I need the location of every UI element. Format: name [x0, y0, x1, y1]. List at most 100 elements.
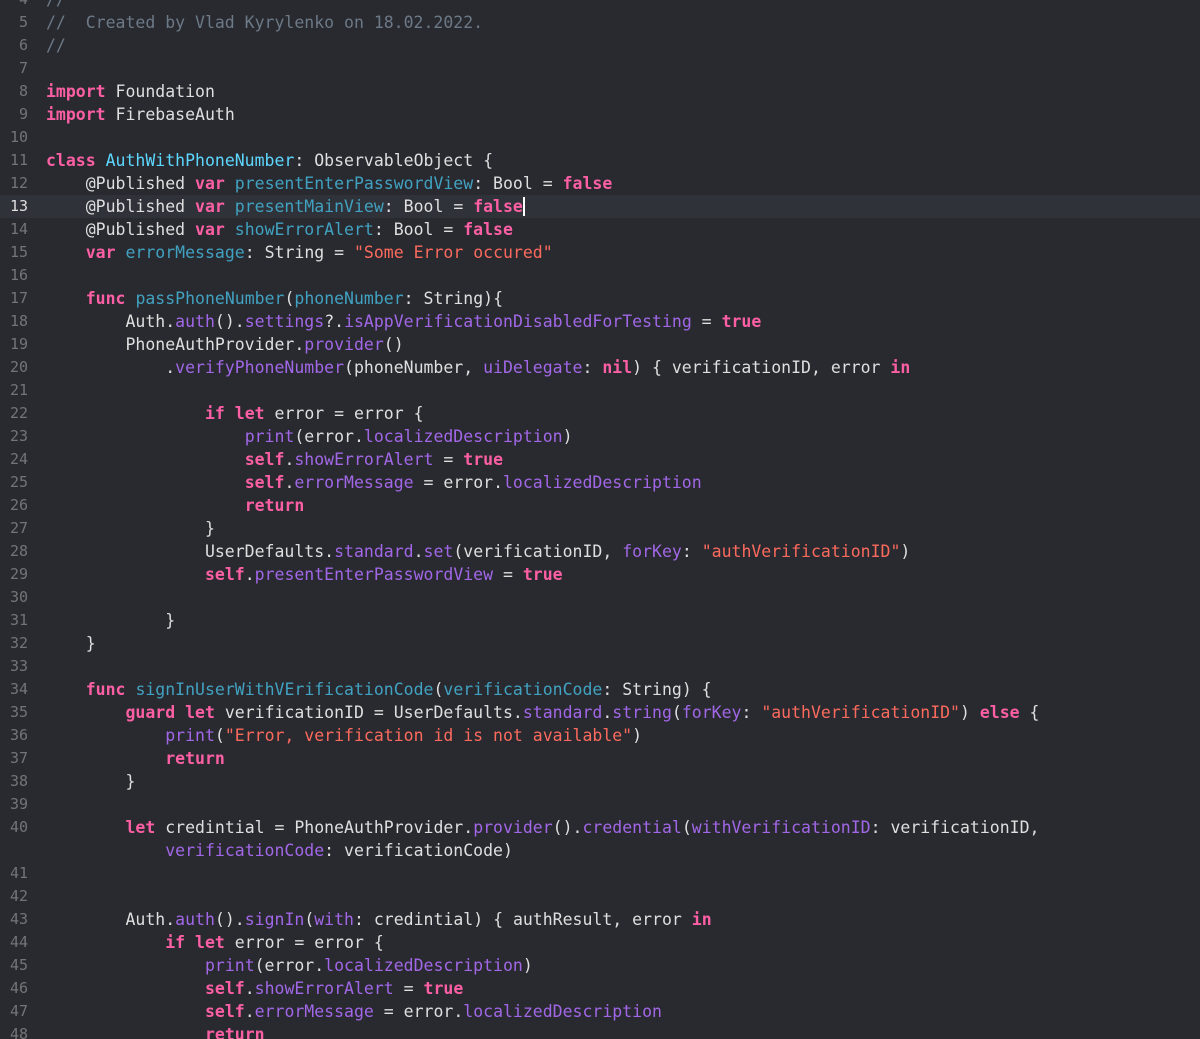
line-number: 48: [9, 1025, 28, 1039]
code-line[interactable]: 42: [0, 885, 1200, 908]
line-code: import FirebaseAuth: [46, 103, 1200, 126]
code-line[interactable]: 36 print("Error, verification id is not …: [0, 724, 1200, 747]
code-line[interactable]: 11 class AuthWithPhoneNumber: ObservableO…: [0, 149, 1200, 172]
code-token: verificationID = UserDefaults.: [214, 703, 523, 722]
code-line[interactable]: 8 import Foundation: [0, 80, 1200, 103]
code-line[interactable]: 9 import FirebaseAuth: [0, 103, 1200, 126]
code-line[interactable]: 35 guard let verificationID = UserDefaul…: [0, 701, 1200, 724]
line-code: }: [46, 770, 1200, 793]
code-line[interactable]: 25 self.errorMessage = error.localizedDe…: [0, 471, 1200, 494]
code-token: }: [46, 634, 96, 653]
line-segment: var errorMessage: String = "Some Error o…: [46, 241, 1200, 264]
code-token: var: [85, 243, 116, 262]
code-token: auth: [175, 312, 215, 331]
line-code: PhoneAuthProvider.provider(): [46, 333, 1200, 356]
line-segment: self.errorMessage = error.localizedDescr…: [46, 471, 1200, 494]
line-code: if let error = error {: [46, 931, 1200, 954]
code-token: ): [562, 427, 573, 446]
code-line[interactable]: 37 return: [0, 747, 1200, 770]
code-line[interactable]: 47 self.errorMessage = error.localizedDe…: [0, 1000, 1200, 1023]
code-line[interactable]: 20 .verifyPhoneNumber(phoneNumber, uiDel…: [0, 356, 1200, 379]
code-token: import: [46, 82, 106, 101]
line-number: 30: [9, 588, 28, 606]
line-code: }: [46, 517, 1200, 540]
code-line[interactable]: 24 self.showErrorAlert = true: [0, 448, 1200, 471]
code-line[interactable]: 5 // Created by Vlad Kyrylenko on 18.02.2…: [0, 11, 1200, 34]
line-number: 12: [9, 174, 28, 192]
code-line[interactable]: 15 var errorMessage: String = "Some Erro…: [0, 241, 1200, 264]
code-token: @Published: [46, 174, 196, 193]
code-line[interactable]: 46 self.showErrorAlert = true: [0, 977, 1200, 1000]
code-line[interactable]: 32 }: [0, 632, 1200, 655]
code-line[interactable]: 26 return: [0, 494, 1200, 517]
line-segment: func signInUserWithVErificationCode(veri…: [46, 678, 1200, 701]
code-line[interactable]: 28 UserDefaults.standard.set(verificatio…: [0, 540, 1200, 563]
code-line[interactable]: 38 }: [0, 770, 1200, 793]
code-line[interactable]: 6 //: [0, 34, 1200, 57]
line-code: func passPhoneNumber(phoneNumber: String…: [46, 287, 1200, 310]
code-line[interactable]: 14 @Published var showErrorAlert: Bool =…: [0, 218, 1200, 241]
code-token: : Bool =: [473, 174, 563, 193]
line-number: 31: [9, 611, 28, 629]
code-token: provider: [473, 818, 553, 837]
code-token: Foundation: [105, 82, 215, 101]
code-token: ) { verificationID, error: [632, 358, 891, 377]
code-line[interactable]: 21: [0, 379, 1200, 402]
line-code: UserDefaults.standard.set(verificationID…: [46, 540, 1200, 563]
code-token: //: [46, 0, 66, 9]
code-token: @Published: [46, 197, 196, 216]
code-line[interactable]: 4 //: [0, 0, 1200, 11]
code-token: Auth.: [46, 312, 176, 331]
code-token: .: [284, 473, 295, 492]
code-editor[interactable]: 4 // 5 // Created by Vlad Kyrylenko on 18.0…: [0, 0, 1200, 1039]
code-token: .: [46, 358, 176, 377]
code-token: ): [522, 956, 533, 975]
current-code-line[interactable]: 13 @Published var presentMainView: Bool …: [0, 195, 1200, 218]
code-line[interactable]: 40 let credintial = PhoneAuthProvider.pr…: [0, 816, 1200, 862]
code-line[interactable]: 7: [0, 57, 1200, 80]
code-line[interactable]: 34 func signInUserWithVErificationCode(v…: [0, 678, 1200, 701]
code-token: =: [393, 979, 424, 998]
line-code: self.showErrorAlert = true: [46, 977, 1200, 1000]
code-line[interactable]: 18 Auth.auth().settings?.isAppVerificati…: [0, 310, 1200, 333]
code-line[interactable]: 41: [0, 862, 1200, 885]
code-line[interactable]: 29 self.presentEnterPasswordView = true: [0, 563, 1200, 586]
line-segment: self.showErrorAlert = true: [46, 448, 1200, 471]
code-line[interactable]: 27 }: [0, 517, 1200, 540]
code-line[interactable]: 43 Auth.auth().signIn(with: credintial) …: [0, 908, 1200, 931]
code-line[interactable]: 44 if let error = error {: [0, 931, 1200, 954]
code-line[interactable]: 31 }: [0, 609, 1200, 632]
code-token: localizedDescription: [463, 1002, 662, 1021]
code-token: func: [85, 289, 126, 308]
code-line[interactable]: 17 func passPhoneNumber(phoneNumber: Str…: [0, 287, 1200, 310]
code-token: ().: [214, 910, 245, 929]
code-line[interactable]: 22 if let error = error {: [0, 402, 1200, 425]
line-code: // Created by Vlad Kyrylenko on 18.02.20…: [46, 11, 1200, 34]
code-line[interactable]: 16: [0, 264, 1200, 287]
code-token: (error.: [254, 956, 325, 975]
code-line[interactable]: 45 print(error.localizedDescription): [0, 954, 1200, 977]
code-line[interactable]: 23 print(error.localizedDescription): [0, 425, 1200, 448]
line-segment: import Foundation: [46, 80, 1200, 103]
code-token: guard: [125, 703, 176, 722]
code-line[interactable]: 48 return: [0, 1023, 1200, 1039]
code-line[interactable]: 33: [0, 655, 1200, 678]
code-token: : Bool =: [383, 197, 474, 216]
code-token: @Published: [46, 220, 196, 239]
code-line[interactable]: 19 PhoneAuthProvider.provider(): [0, 333, 1200, 356]
code-line[interactable]: 30: [0, 586, 1200, 609]
code-token: let: [125, 818, 156, 837]
code-token: // Created by Vlad Kyrylenko on 18.02.20…: [46, 13, 484, 32]
line-code: Auth.auth().settings?.isAppVerificationD…: [46, 310, 1200, 333]
code-line[interactable]: 10: [0, 126, 1200, 149]
code-line[interactable]: 39: [0, 793, 1200, 816]
line-number: 40: [9, 818, 28, 836]
line-code: var errorMessage: String = "Some Error o…: [46, 241, 1200, 264]
code-line[interactable]: 12 @Published var presentEnterPasswordVi…: [0, 172, 1200, 195]
